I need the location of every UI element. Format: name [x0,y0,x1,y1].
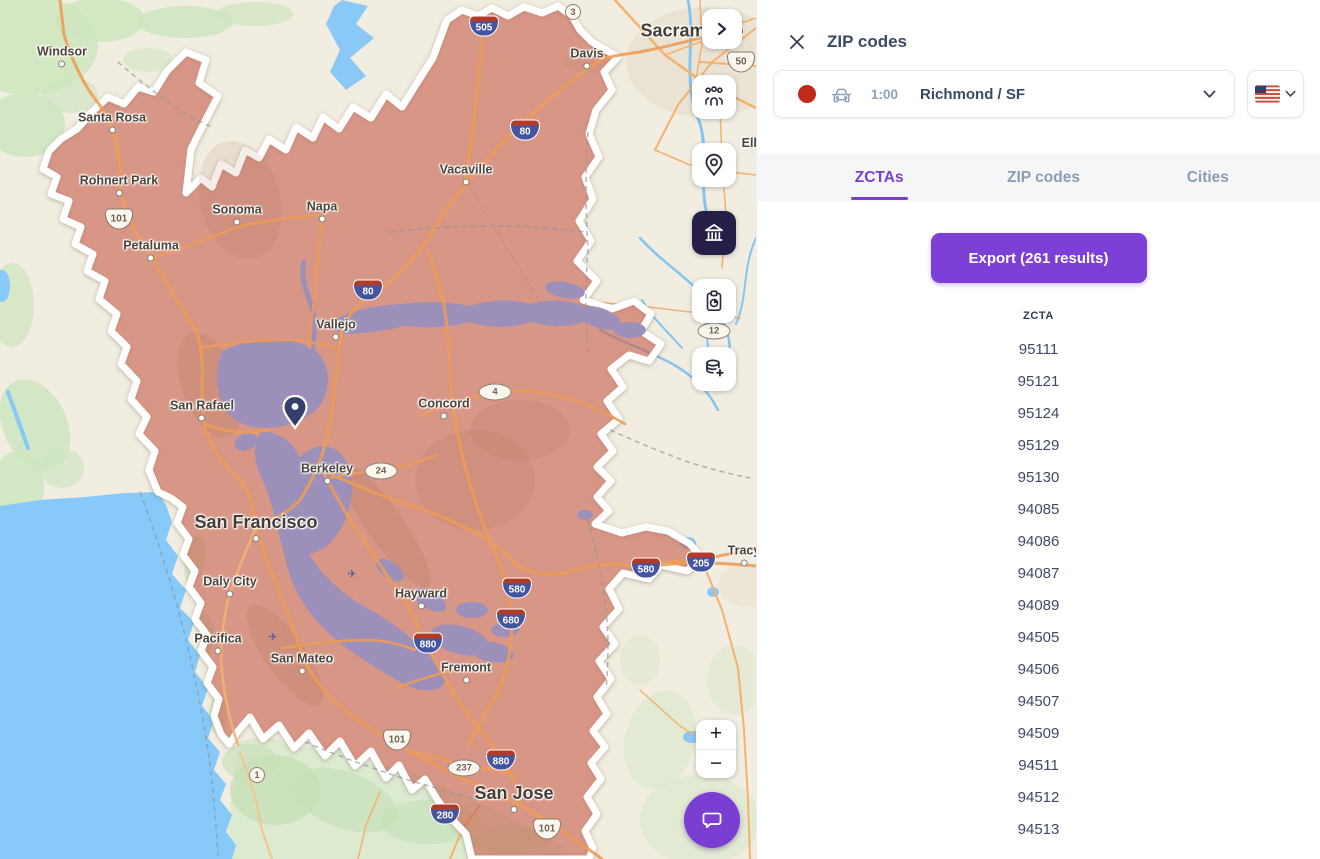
zoom-out-button[interactable]: − [696,750,736,779]
zoom-control: + − [696,720,736,778]
zcta-value: 94511 [757,749,1320,781]
highway-shield: 237 [448,760,481,777]
search-selector[interactable]: 1:00 Richmond / SF [773,70,1235,118]
bank-icon [701,220,727,246]
people-group-icon [701,85,727,109]
zcta-value: 94509 [757,717,1320,749]
zcta-value: 94087 [757,557,1320,589]
us-flag-icon [1255,85,1280,103]
map-tools [692,75,736,391]
search-row: 1:00 Richmond / SF [757,52,1320,118]
close-icon [789,34,805,50]
car-icon [830,84,853,104]
zcta-value: 94505 [757,621,1320,653]
origin-pin-marker[interactable] [280,394,310,437]
chat-bubble-icon [699,807,725,833]
zcta-value: 94512 [757,781,1320,813]
chevron-down-icon [1285,90,1296,98]
zoom-in-button[interactable]: + [696,720,736,750]
expand-panel-button[interactable] [702,9,742,49]
highway-shield: 1 [249,767,265,783]
report-tool-button[interactable] [692,279,736,323]
airport-icon: ✈ [347,568,356,581]
database-add-icon [701,356,727,382]
results-panel: ZIP codes 1:00 Richmond / SF [756,0,1320,859]
country-selector[interactable] [1247,70,1304,118]
zcta-value: 94506 [757,653,1320,685]
tab[interactable]: ZIP codes [961,154,1125,202]
zipcodes-tool-button[interactable] [692,211,736,255]
zcta-value: 95129 [757,429,1320,461]
location-tool-button[interactable] [692,143,736,187]
airport-icon: ✈ [268,631,277,644]
zcta-list: 95111 95121 95124 95129 95130 94085 9408… [757,333,1320,845]
map-canvas[interactable]: Windsor Santa Rosa Rohnert Park Petaluma [0,0,756,859]
highway-shield: 3 [565,4,581,20]
zcta-value: 94089 [757,589,1320,621]
zcta-value: 95121 [757,365,1320,397]
population-tool-button[interactable] [692,75,736,119]
tab-bar: ZCTAs ZIP codes Cities [757,154,1320,202]
panel-title: ZIP codes [827,32,907,52]
column-header: ZCTA [757,310,1320,322]
tab[interactable]: ZCTAs [797,154,961,202]
export-button[interactable]: Export (261 results) [931,233,1147,283]
search-color-dot [798,85,816,103]
chevron-right-icon [715,22,729,36]
app-window: Windsor Santa Rosa Rohnert Park Petaluma [0,0,1320,859]
highway-shield: 4 [479,384,512,401]
zcta-value: 94086 [757,525,1320,557]
panel-header: ZIP codes [757,0,1320,52]
zcta-value: 95111 [757,333,1320,365]
search-name-value: Richmond / SF [920,86,1189,103]
data-add-tool-button[interactable] [692,347,736,391]
clipboard-chart-icon [701,288,727,314]
highway-shield: 24 [365,463,398,480]
map-base-layers [0,0,756,859]
chat-button[interactable] [684,792,740,848]
close-panel-button[interactable] [789,34,805,50]
zcta-value: 94507 [757,685,1320,717]
zcta-value: 94085 [757,493,1320,525]
tab[interactable]: Cities [1126,154,1290,202]
chevron-down-icon [1203,90,1216,99]
pin-icon [280,394,310,432]
location-pin-icon [701,152,727,178]
travel-time-value: 1:00 [871,87,898,102]
zcta-value: 94513 [757,813,1320,845]
zcta-value: 95130 [757,461,1320,493]
zcta-value: 95124 [757,397,1320,429]
